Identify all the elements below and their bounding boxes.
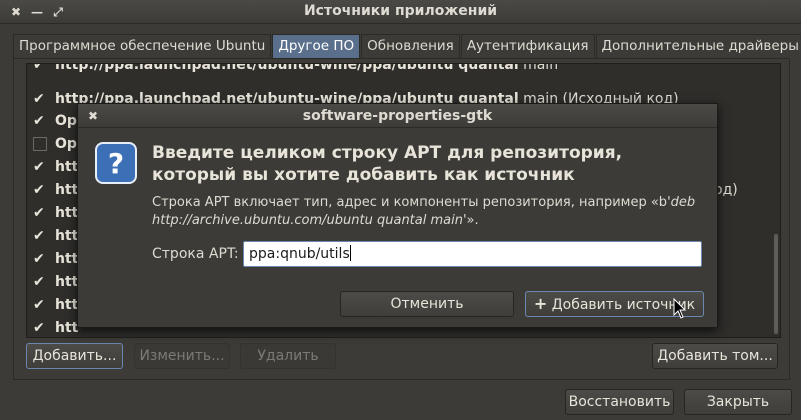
source-checkbox[interactable]: ✔ [33,298,47,312]
source-checkbox[interactable]: ✔ [33,92,47,106]
source-url: htt [55,182,79,198]
source-checkbox[interactable]: ✔ [33,183,47,197]
tab-bar: Программное обеспечение Ubuntu Другое ПО… [13,34,801,58]
list-scrollbar[interactable] [774,234,778,334]
dialog-heading: Введите целиком строку APT для репозитор… [152,143,623,185]
apt-line-value: ppa:qnub/utils [249,246,350,262]
mouse-cursor-icon [673,298,687,319]
source-checkbox[interactable]: ✔ [33,160,47,174]
tab-other-software[interactable]: Другое ПО [272,34,361,58]
add-volume-button[interactable]: Добавить том... [652,343,778,369]
plus-icon: + [533,294,548,313]
list-item[interactable]: ✔ http://ppa.launchpad.net/ubuntu-wine/p… [27,63,767,76]
source-url: htt [55,297,79,313]
add-apt-source-dialog: software-properties-gtk ✖ ? Введите цели… [77,103,718,328]
tab-additional-drivers[interactable]: Дополнительные драйверы [595,34,801,58]
source-suffix: main [518,63,559,73]
tab-updates[interactable]: Обновления [361,34,460,58]
dialog-title: software-properties-gtk [78,104,717,128]
source-url: htt [55,320,79,336]
source-url: htt [55,274,79,290]
window-title: Источники приложений [303,3,498,19]
text-caret [349,245,351,261]
source-checkbox[interactable] [33,137,47,151]
question-icon: ? [95,142,137,184]
source-url: htt [55,205,79,221]
source-checkbox[interactable]: ✔ [33,229,47,243]
close-button[interactable]: Закрыть [684,389,792,415]
source-checkbox[interactable]: ✔ [33,114,47,128]
edit-source-button[interactable]: Изменить... [134,343,230,369]
cancel-button[interactable]: Отменить [340,291,514,317]
tab-authentication[interactable]: Аутентификация [460,34,595,58]
source-url: htt [55,159,79,175]
source-checkbox[interactable]: ✔ [33,64,47,72]
window-titlebar: ✖ — ⤢ Источники приложений [0,0,801,24]
apt-line-label: Строка APT: [152,246,239,262]
revert-button[interactable]: Восстановить [565,389,674,415]
source-checkbox[interactable]: ✔ [33,275,47,289]
source-url: htt [55,251,79,267]
source-checkbox[interactable]: ✔ [33,252,47,266]
apt-line-input[interactable]: ppa:qnub/utils [243,241,702,267]
source-url: htt [55,228,79,244]
source-checkbox[interactable]: ✔ [33,206,47,220]
source-url: http://ppa.launchpad.net/ubuntu-wine/ppa… [55,63,519,73]
svg-text:?: ? [108,147,124,180]
source-checkbox[interactable]: ✔ [33,321,47,335]
remove-source-button[interactable]: Удалить [240,343,336,369]
tab-ubuntu-software[interactable]: Программное обеспечение Ubuntu [13,34,272,58]
dialog-close-icon[interactable]: ✖ [88,109,102,123]
add-source-button[interactable]: Добавить... [26,343,123,369]
dialog-description: Строка APT включает тип, адрес и компоне… [152,195,696,228]
